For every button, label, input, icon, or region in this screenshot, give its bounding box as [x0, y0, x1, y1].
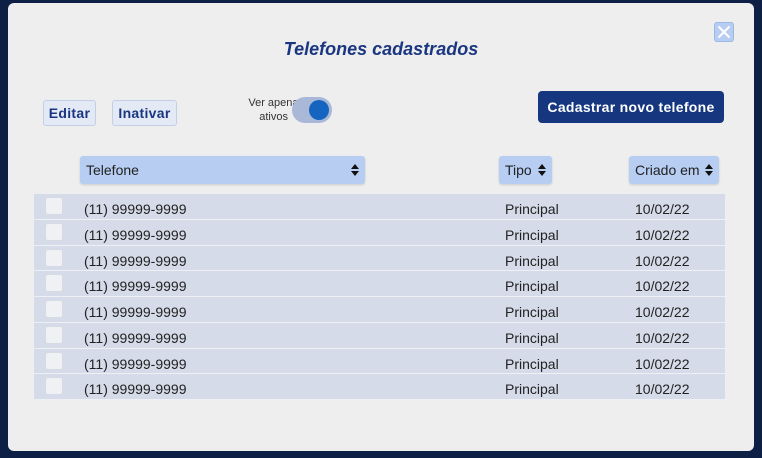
row-checkbox[interactable] — [45, 197, 63, 215]
cell-phone: (11) 99999-9999 — [84, 201, 187, 217]
phones-dialog: Telefones cadastrados Editar Inativar Ve… — [8, 3, 754, 451]
row-checkbox[interactable] — [45, 377, 63, 396]
cell-type: Principal — [505, 304, 559, 320]
sort-icon — [705, 164, 713, 176]
cell-created: 10/02/22 — [635, 278, 690, 295]
table-row: (11) 99999-9999 Principal 10/02/22 — [34, 374, 725, 400]
new-phone-button[interactable]: Cadastrar novo telefone — [538, 91, 724, 123]
dialog-title: Telefones cadastrados — [283, 39, 479, 59]
cell-type: Principal — [505, 355, 559, 372]
cell-type: Principal — [505, 252, 559, 269]
cell-phone: (11) 99999-9999 — [84, 381, 187, 398]
row-checkbox[interactable] — [45, 300, 63, 318]
cell-created: 10/02/22 — [635, 381, 690, 398]
table-row: (11) 99999-9999 Principal 10/02/22 — [34, 219, 725, 246]
active-only-label-line2: ativos — [259, 111, 288, 123]
active-only-label: Ver apenas ativos — [204, 96, 304, 124]
column-header-type[interactable]: Tipo — [499, 156, 552, 184]
row-checkbox[interactable] — [45, 274, 63, 293]
cell-created: 10/02/22 — [635, 252, 690, 269]
column-header-created[interactable]: Criado em — [629, 156, 719, 184]
cell-type: Principal — [505, 381, 559, 398]
table-row: (11) 99999-9999 Principal 10/02/22 — [34, 322, 725, 349]
active-only-toggle[interactable] — [292, 97, 332, 123]
column-header-phone-label: Telefone — [86, 162, 139, 178]
cell-type: Principal — [505, 201, 559, 217]
cell-created: 10/02/22 — [635, 201, 690, 217]
table-row: (11) 99999-9999 Principal 10/02/22 — [34, 194, 725, 220]
cell-created: 10/02/22 — [635, 304, 690, 320]
table-row: (11) 99999-9999 Principal 10/02/22 — [34, 348, 725, 375]
cell-type: Principal — [505, 278, 559, 295]
column-header-phone[interactable]: Telefone — [80, 156, 365, 184]
deactivate-button[interactable]: Inativar — [112, 100, 177, 126]
cell-phone: (11) 99999-9999 — [84, 278, 187, 295]
cell-phone: (11) 99999-9999 — [84, 226, 187, 243]
edit-button[interactable]: Editar — [43, 100, 96, 126]
cell-created: 10/02/22 — [635, 329, 690, 346]
column-header-type-label: Tipo — [505, 162, 532, 178]
phones-table-body: (11) 99999-9999 Principal 10/02/22 (11) … — [34, 194, 725, 400]
cell-phone: (11) 99999-9999 — [84, 355, 187, 372]
cell-phone: (11) 99999-9999 — [84, 304, 187, 320]
sort-icon — [351, 164, 359, 176]
column-header-created-label: Criado em — [635, 162, 700, 178]
toggle-knob — [309, 100, 329, 120]
cell-created: 10/02/22 — [635, 355, 690, 372]
close-icon — [718, 26, 730, 38]
row-checkbox[interactable] — [45, 351, 63, 370]
row-checkbox[interactable] — [45, 248, 63, 267]
sort-icon — [538, 164, 546, 176]
row-checkbox[interactable] — [45, 325, 63, 344]
cell-type: Principal — [505, 226, 559, 243]
table-row: (11) 99999-9999 Principal 10/02/22 — [34, 245, 725, 272]
cell-phone: (11) 99999-9999 — [84, 329, 187, 346]
table-row: (11) 99999-9999 Principal 10/02/22 — [34, 271, 725, 297]
cell-created: 10/02/22 — [635, 226, 690, 243]
active-only-label-line1: Ver apenas — [248, 97, 304, 109]
cell-type: Principal — [505, 329, 559, 346]
row-checkbox[interactable] — [45, 222, 63, 241]
cell-phone: (11) 99999-9999 — [84, 252, 187, 269]
table-row: (11) 99999-9999 Principal 10/02/22 — [34, 297, 725, 323]
